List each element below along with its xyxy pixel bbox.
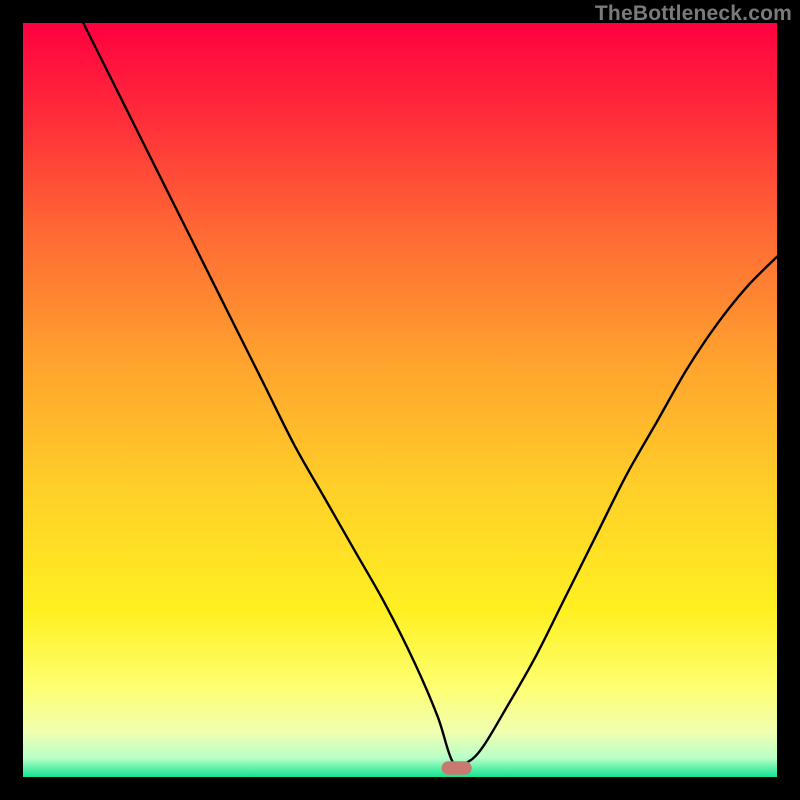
optimum-marker xyxy=(442,761,472,775)
chart-container: TheBottleneck.com xyxy=(0,0,800,800)
watermark-text: TheBottleneck.com xyxy=(595,2,792,26)
bottleneck-curve xyxy=(23,23,777,777)
plot-area xyxy=(23,23,777,777)
